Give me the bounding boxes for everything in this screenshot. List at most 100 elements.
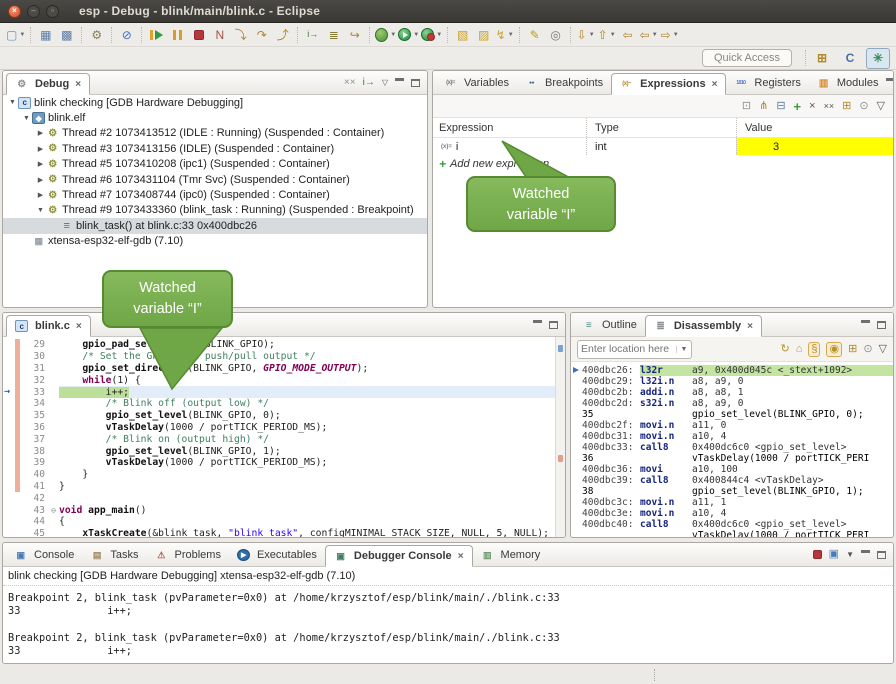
disassembly-instruction[interactable]: 400dbc3e:movi.na10, 4 — [571, 508, 893, 519]
window-maximize-button[interactable]: ▫ — [46, 5, 59, 18]
show-type-names-icon[interactable]: ⊡ — [742, 101, 751, 112]
overview-marker[interactable] — [558, 345, 563, 352]
window-close-button[interactable]: × — [8, 5, 21, 18]
tree-expander-icon[interactable]: ▶ — [35, 191, 46, 199]
debug-tree-row[interactable]: ▦xtensa-esp32-elf-gdb (7.10) — [3, 234, 427, 249]
terminate-icon[interactable] — [813, 550, 822, 559]
expression-row[interactable]: (x)=iint3 — [433, 138, 893, 155]
new-project-icon[interactable]: ▧ — [453, 25, 472, 44]
code-line[interactable]: 43⊖void app_main() — [3, 504, 565, 516]
refresh-icon[interactable]: ↻ — [780, 344, 789, 355]
annotation-gutter[interactable] — [3, 504, 15, 516]
code-line[interactable]: 30 /* Set the GPIO as a push/pull output… — [3, 351, 565, 363]
tab-memory[interactable]: ▥Memory — [473, 544, 549, 566]
mark-occurrences-icon[interactable]: ✎ — [525, 25, 544, 44]
annotation-gutter[interactable] — [3, 433, 15, 445]
step-into-icon[interactable]: ⤵ — [231, 25, 250, 44]
debug-tree-row[interactable]: ▶⚙Thread #6 1073431104 (Tmr Svc) (Suspen… — [3, 172, 427, 187]
external-tools-icon[interactable]: ▼ — [421, 25, 442, 44]
code-line[interactable]: 38 gpio_set_level(BLINK_GPIO, 1); — [3, 445, 565, 457]
code-line[interactable]: →33 i++; — [3, 386, 565, 398]
tree-expander-icon[interactable]: ▼ — [35, 207, 46, 214]
code-line[interactable]: 41} — [3, 481, 565, 493]
tab-executables[interactable]: ▶Executables — [229, 544, 325, 566]
minimize-icon[interactable] — [395, 78, 404, 88]
display-console-icon[interactable]: ▣ — [829, 549, 839, 560]
disassembly-listing[interactable]: 400dbc26:l32ra9, 0x400d045c <_stext+1092… — [571, 362, 893, 538]
instruction-stepping-icon[interactable]: i→ — [303, 25, 322, 44]
tab-registers[interactable]: 1010Registers — [726, 72, 808, 94]
open-perspective-icon[interactable]: ⊞ — [810, 48, 834, 69]
terminate-icon[interactable] — [189, 25, 208, 44]
tab-debugger-console[interactable]: ▣Debugger Console× — [325, 545, 473, 567]
flash-icon[interactable]: ↯▼ — [495, 25, 514, 44]
code-line[interactable]: 34 /* Blink off (output low) */ — [3, 398, 565, 410]
disassembly-instruction[interactable]: 400dbc36:movia10, 100 — [571, 464, 893, 475]
tree-expander-icon[interactable]: ▶ — [35, 129, 46, 137]
skip-all-breakpoints-icon[interactable]: ⊘ — [117, 25, 136, 44]
new-view-icon[interactable]: ⊞ — [842, 101, 851, 112]
debug-tree-row[interactable]: ▶⚙Thread #2 1073413512 (IDLE : Running) … — [3, 126, 427, 141]
minimize-icon[interactable] — [861, 550, 870, 560]
annotation-gutter[interactable] — [3, 481, 15, 493]
overview-ruler[interactable] — [555, 337, 565, 538]
close-icon[interactable]: × — [76, 321, 82, 332]
debug-perspective-icon[interactable]: ✳ — [866, 48, 890, 69]
cpp-perspective-icon[interactable]: C — [838, 48, 862, 69]
close-icon[interactable]: × — [458, 551, 464, 562]
annotation-gutter[interactable] — [3, 528, 15, 538]
maximize-icon[interactable] — [549, 321, 558, 329]
pin-view-icon[interactable]: ⊙ — [859, 101, 868, 112]
close-icon[interactable]: × — [75, 79, 81, 90]
save-all-icon[interactable]: ▩ — [57, 25, 76, 44]
view-menu-icon[interactable]: ▽ — [382, 78, 388, 87]
column-header-expression[interactable]: Expression — [433, 122, 586, 134]
tree-expander-icon[interactable]: ▼ — [7, 99, 18, 106]
debug-icon[interactable]: ▼ — [375, 25, 396, 44]
annotation-gutter[interactable] — [3, 410, 15, 422]
code-line[interactable]: 39 vTaskDelay(1000 / portTICK_PERIOD_MS)… — [3, 457, 565, 469]
step-return-icon[interactable]: ⤴ — [273, 25, 292, 44]
view-menu-icon[interactable]: ▽ — [877, 101, 885, 112]
view-menu-icon[interactable]: ▽ — [879, 344, 887, 355]
code-line[interactable]: 32 while(1) { — [3, 374, 565, 386]
minimize-icon[interactable] — [533, 320, 542, 330]
disassembly-instruction[interactable]: 400dbc2b:addi.na8, a8, 1 — [571, 387, 893, 398]
annotation-gutter[interactable] — [3, 339, 15, 351]
annotation-gutter[interactable] — [3, 492, 15, 504]
disassembly-instruction[interactable]: 400dbc26:l32ra9, 0x400d045c <_stext+1092… — [571, 365, 893, 376]
tab-outline[interactable]: ≡Outline — [574, 314, 645, 336]
column-header-value[interactable]: Value — [736, 118, 893, 137]
use-step-filters-icon[interactable]: ↪ — [345, 25, 364, 44]
search-icon[interactable]: ◎ — [546, 25, 565, 44]
disassembly-instruction[interactable]: 400dbc2f:movi.na11, 0 — [571, 420, 893, 431]
suspend-icon[interactable] — [168, 25, 187, 44]
back-history-icon[interactable]: ⇦▼ — [639, 25, 658, 44]
disassembly-instruction[interactable]: 400dbc2d:s32i.na8, a9, 0 — [571, 398, 893, 409]
overview-marker[interactable] — [558, 455, 563, 462]
window-minimize-button[interactable]: – — [27, 5, 40, 18]
home-icon[interactable]: ⌂ — [796, 344, 803, 355]
show-source-icon[interactable]: § — [808, 342, 820, 357]
maximize-icon[interactable] — [877, 321, 886, 329]
location-input[interactable] — [578, 343, 676, 355]
annotation-gutter[interactable] — [3, 398, 15, 410]
tab-blink-c[interactable]: c blink.c × — [6, 315, 91, 337]
annotation-gutter[interactable] — [3, 374, 15, 386]
debug-tree-row[interactable]: ▼⚙Thread #9 1073433360 (blink_task : Run… — [3, 203, 427, 218]
annotation-gutter[interactable] — [3, 457, 15, 469]
debug-tree-row[interactable]: ▼cblink checking [GDB Hardware Debugging… — [3, 95, 427, 110]
code-line[interactable]: 31 gpio_set_direction(BLINK_GPIO, GPIO_M… — [3, 363, 565, 375]
column-header-type[interactable]: Type — [586, 118, 736, 137]
annotation-gutter[interactable] — [3, 422, 15, 434]
editor-code-area[interactable]: 29 gpio_pad_select_gpio(BLINK_GPIO);30 /… — [3, 337, 565, 538]
forward-icon[interactable]: ⇨▼ — [660, 25, 679, 44]
annotation-gutter[interactable] — [3, 516, 15, 528]
tree-expander-icon[interactable]: ▶ — [35, 145, 46, 153]
debug-tree-row[interactable]: ▶⚙Thread #5 1073410208 (ipc1) (Suspended… — [3, 157, 427, 172]
next-annotation-icon[interactable]: ⇩▼ — [576, 25, 595, 44]
tree-expander-icon[interactable]: ▶ — [35, 160, 46, 168]
close-icon[interactable]: × — [747, 321, 753, 332]
tab-disassembly[interactable]: ≣Disassembly× — [645, 315, 762, 337]
tab-variables[interactable]: (x)=Variables — [436, 72, 517, 94]
